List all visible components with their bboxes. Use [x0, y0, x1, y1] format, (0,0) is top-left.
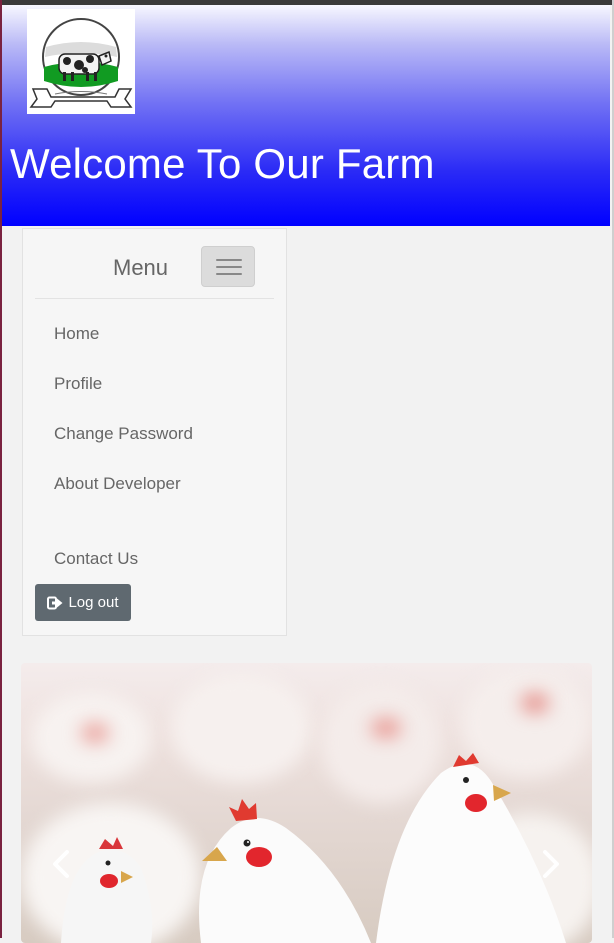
sidebar-menu: Menu Home Profile Change Password About … — [22, 228, 287, 636]
logout-label: Log out — [68, 594, 119, 611]
site-header: Welcome To Our Farm — [2, 5, 610, 226]
chevron-right-icon — [543, 850, 559, 878]
nav-profile[interactable]: Profile — [54, 374, 102, 394]
nav-contact-us[interactable]: Contact Us — [54, 549, 138, 569]
nav-about-developer[interactable]: About Developer — [54, 474, 181, 494]
cow-logo-icon — [29, 18, 133, 108]
logout-button[interactable]: Log out — [35, 584, 131, 621]
site-title: Welcome To Our Farm — [10, 140, 435, 187]
logout-icon — [47, 596, 63, 609]
carousel-image-chickens — [21, 663, 592, 943]
carousel-next-button[interactable] — [541, 849, 561, 884]
menu-toggle-button[interactable] — [201, 246, 255, 287]
farm-logo[interactable] — [27, 9, 135, 114]
menu-label: Menu — [113, 255, 169, 280]
menu-divider — [35, 298, 274, 299]
carousel-prev-button[interactable] — [51, 849, 71, 884]
nav-change-password[interactable]: Change Password — [54, 424, 193, 444]
nav-home[interactable]: Home — [54, 324, 99, 344]
chevron-left-icon — [53, 850, 69, 878]
image-carousel[interactable] — [21, 663, 592, 943]
